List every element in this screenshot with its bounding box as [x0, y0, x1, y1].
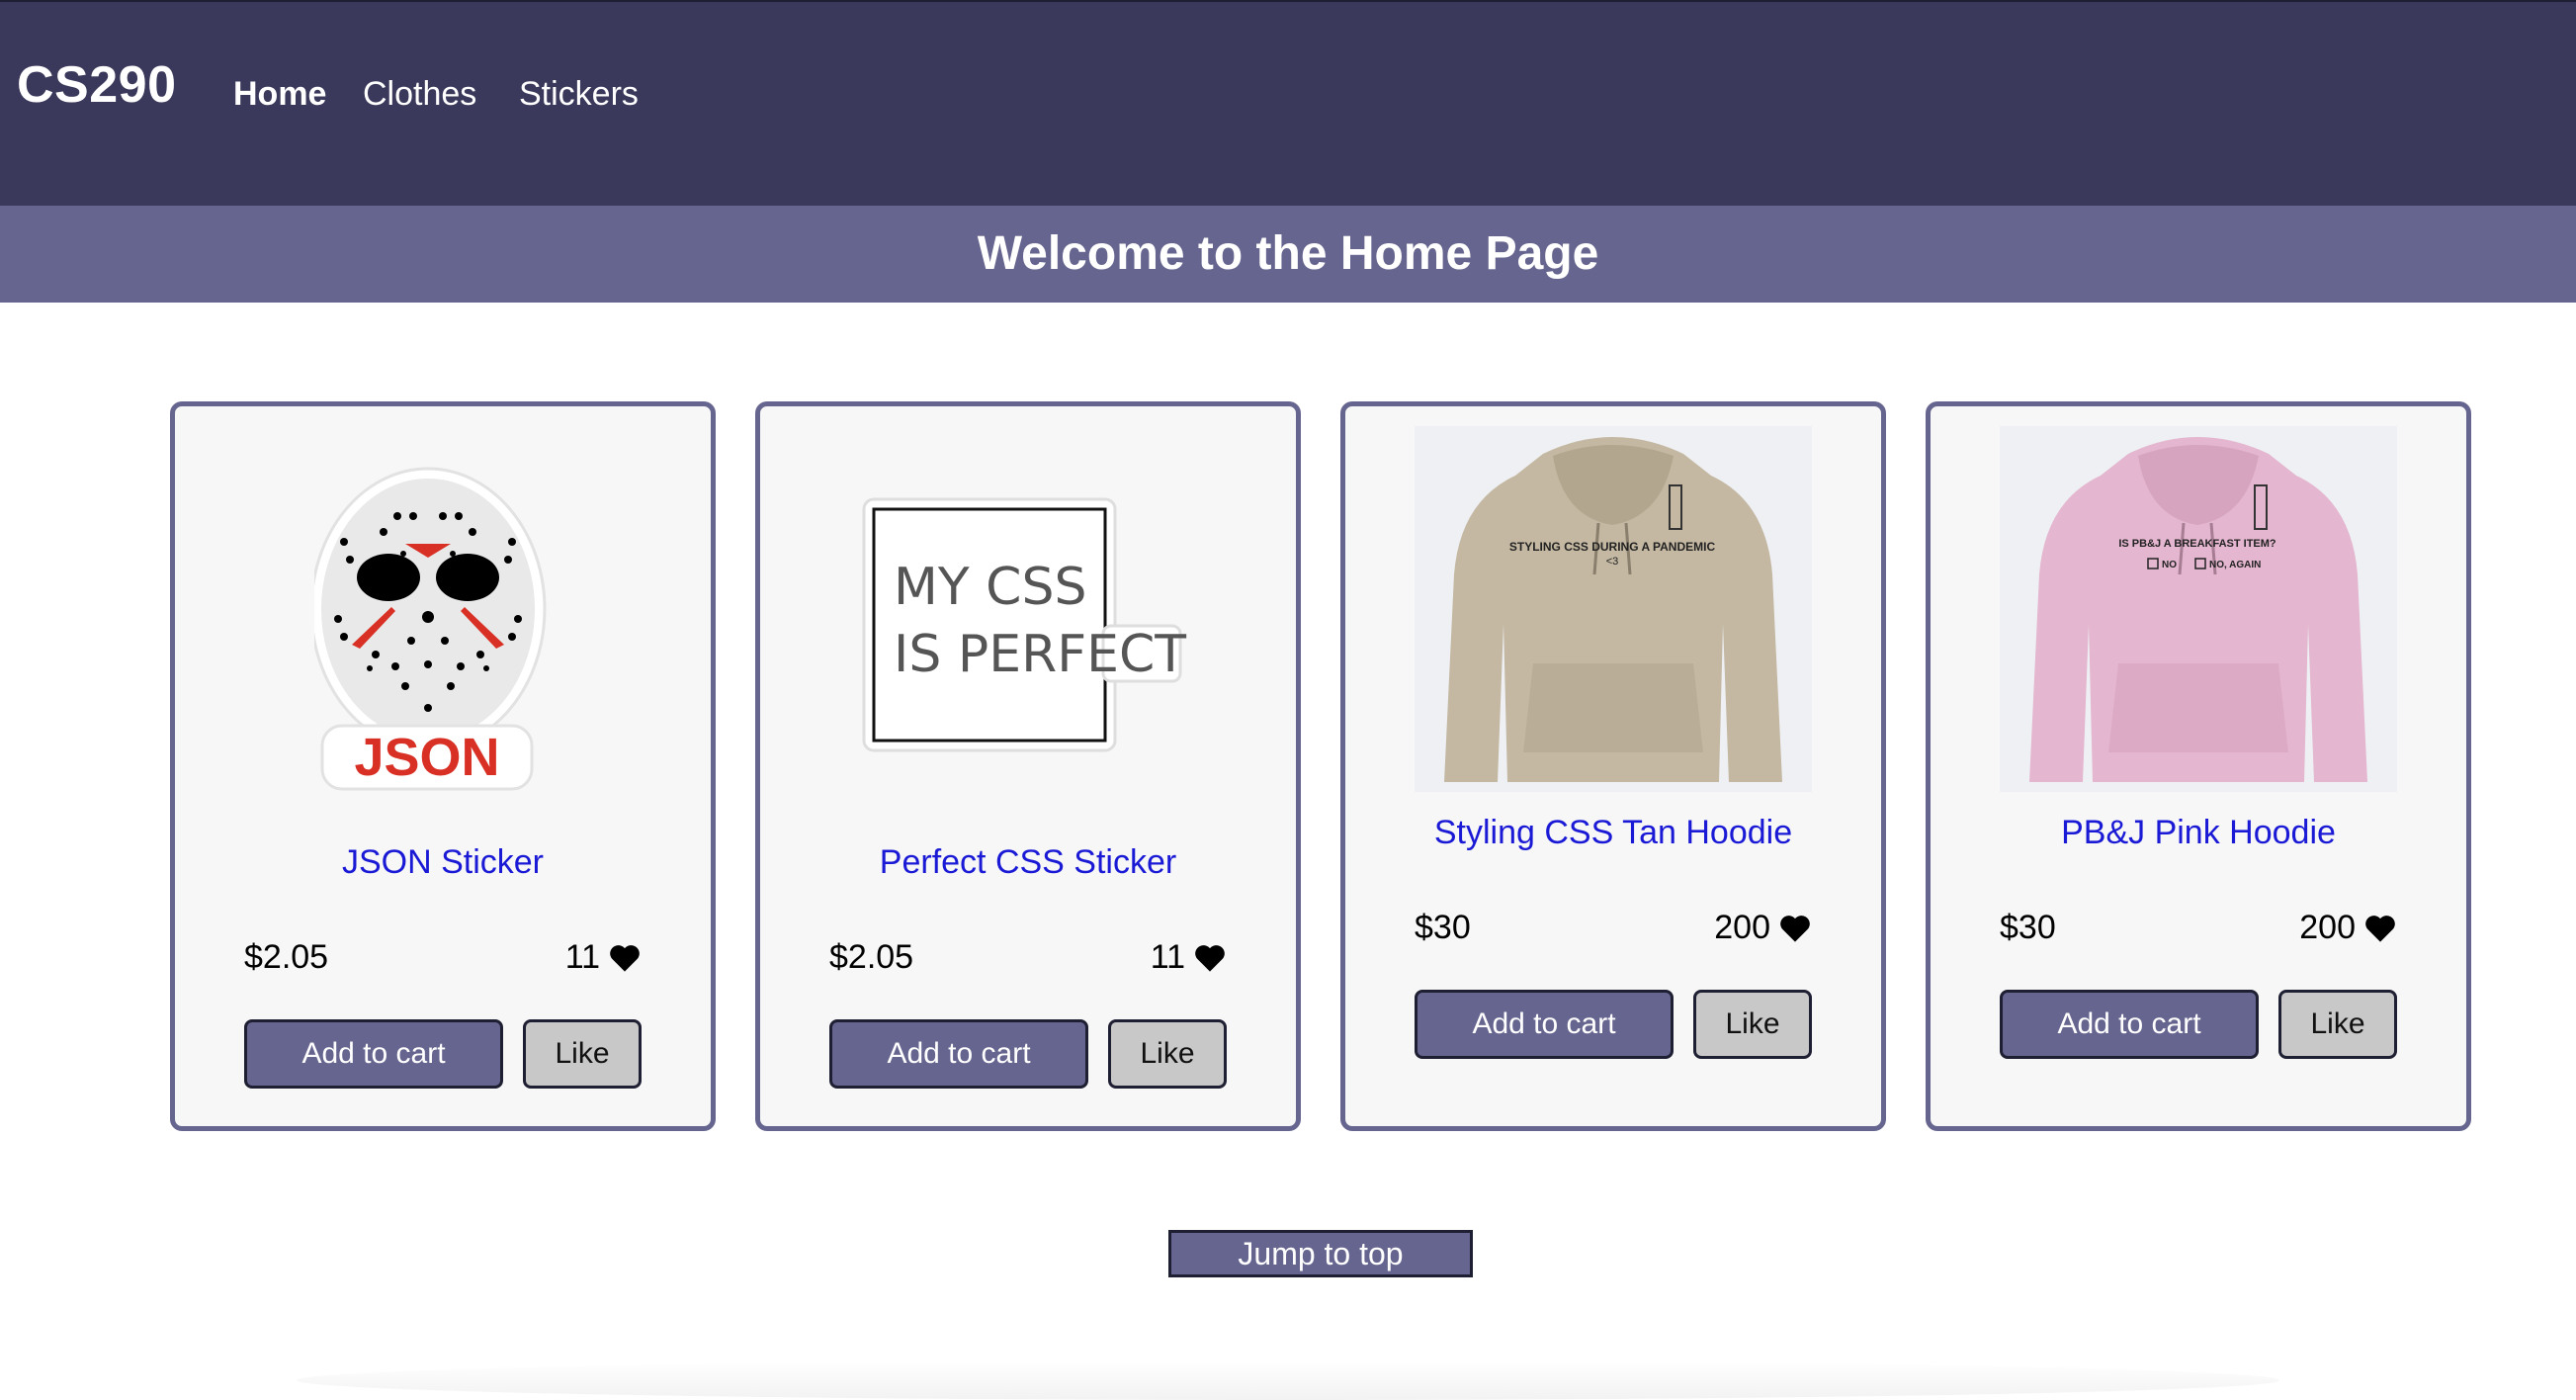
like-button[interactable]: Like — [1108, 1019, 1227, 1089]
product-image-css-sticker: MY CSS IS PERFECT — [829, 446, 1227, 812]
like-count-value: 200 — [2299, 909, 2356, 946]
nav-link-stickers[interactable]: Stickers — [519, 75, 639, 114]
footer-shadow — [297, 1360, 2279, 1400]
product-price: $2.05 — [244, 938, 329, 976]
add-to-cart-button[interactable]: Add to cart — [829, 1019, 1088, 1089]
nav-link-clothes[interactable]: Clothes — [363, 75, 476, 114]
add-to-cart-button[interactable]: Add to cart — [1415, 990, 1674, 1059]
like-count-value: 11 — [1150, 938, 1185, 976]
like-button[interactable]: Like — [523, 1019, 642, 1089]
jump-to-top-button[interactable]: Jump to top — [1168, 1230, 1473, 1277]
site-brand[interactable]: CS290 — [17, 55, 177, 115]
product-title-link[interactable]: Styling CSS Tan Hoodie — [1345, 814, 1881, 852]
hoodie-option-1: NO — [2162, 560, 2177, 570]
hoodie-print-heart: <3 — [1606, 556, 1619, 568]
product-card-json-sticker: JSON JSON Sticker $2.05 11 Add to cart L… — [170, 401, 716, 1131]
like-button[interactable]: Like — [1693, 990, 1812, 1059]
product-title-link[interactable]: PB&J Pink Hoodie — [1931, 814, 2466, 852]
heart-icon — [2363, 914, 2397, 943]
product-title-link[interactable]: JSON Sticker — [175, 843, 711, 882]
like-count: 200 — [2299, 909, 2397, 947]
product-image-tan-hoodie: STYLING CSS DURING A PANDEMIC <3 — [1415, 426, 1812, 792]
nav-link-home[interactable]: Home — [233, 75, 326, 114]
like-count: 11 — [565, 938, 642, 977]
like-count-value: 11 — [564, 938, 600, 976]
heart-icon — [1778, 914, 1812, 943]
sticker-text-line1: MY CSS — [894, 558, 1086, 617]
page-title: Welcome to the Home Page — [0, 206, 2576, 303]
product-title-link[interactable]: Perfect CSS Sticker — [760, 843, 1296, 882]
sticker-text-line2: IS PERFECT — [894, 625, 1186, 684]
heart-icon — [1193, 943, 1227, 973]
heart-icon — [608, 943, 642, 973]
sticker-image-text: JSON — [354, 728, 499, 787]
hoodie-print-text: IS PB&J A BREAKFAST ITEM? — [2118, 538, 2276, 550]
top-navbar: CS290 Home Clothes Stickers — [0, 0, 2576, 206]
add-to-cart-button[interactable]: Add to cart — [244, 1019, 503, 1089]
product-card-perfect-css-sticker: MY CSS IS PERFECT Perfect CSS Sticker $2… — [755, 401, 1301, 1131]
hoodie-option-2: NO, AGAIN — [2209, 560, 2261, 570]
product-image-pink-hoodie: IS PB&J A BREAKFAST ITEM? NO NO, AGAIN — [2000, 426, 2397, 792]
add-to-cart-button[interactable]: Add to cart — [2000, 990, 2259, 1059]
hoodie-print-text: STYLING CSS DURING A PANDEMIC — [1509, 540, 1716, 554]
product-price: $30 — [1415, 909, 1471, 946]
product-card-pink-hoodie: IS PB&J A BREAKFAST ITEM? NO NO, AGAIN P… — [1926, 401, 2471, 1131]
product-price: $30 — [2000, 909, 2056, 946]
like-count: 11 — [1151, 938, 1227, 977]
product-card-tan-hoodie: STYLING CSS DURING A PANDEMIC <3 Styling… — [1340, 401, 1886, 1131]
like-button[interactable]: Like — [2278, 990, 2397, 1059]
product-image-json-sticker: JSON — [244, 446, 642, 812]
product-price: $2.05 — [829, 938, 914, 976]
like-count-value: 200 — [1714, 909, 1770, 946]
like-count: 200 — [1714, 909, 1812, 947]
